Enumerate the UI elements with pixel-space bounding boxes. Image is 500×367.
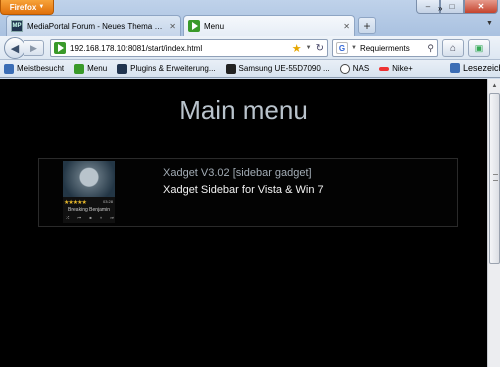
samsung-favicon-icon — [225, 63, 236, 74]
search-input[interactable]: Requierments — [360, 44, 424, 53]
album-art-image — [63, 161, 115, 197]
pause-icon: ⏸ — [100, 215, 103, 220]
previous-icon: ⏮ — [77, 215, 82, 220]
reload-icon[interactable]: ↻ — [316, 43, 324, 54]
address-bar[interactable]: 192.168.178.10:8081/start/index.html ★ ▼… — [50, 39, 328, 57]
tab-title: MediaPortal Forum - Neues Thema e... — [27, 21, 166, 31]
site-identity-icon — [54, 42, 66, 54]
shuffle-icon: ⤮ — [66, 215, 70, 220]
nas-favicon-icon — [339, 63, 350, 74]
forward-arrow-icon: ▶ — [30, 42, 37, 53]
title-bar: Firefox ▼ – □ ✕ MP MediaPortal Forum - N… — [0, 0, 500, 36]
bookmark-plugins[interactable]: Plugins & Erweiterung... — [117, 63, 216, 74]
bookmark-label: Samsung UE-55D7090 ... — [238, 64, 330, 73]
vertical-scrollbar[interactable]: ▲ — [487, 79, 500, 367]
bookmark-nas[interactable]: NAS — [339, 63, 370, 74]
rating-stars: ★★★★★ — [64, 200, 87, 206]
player-controls: ⤮ ⏮ ■ ⏸ ⏭ — [66, 215, 114, 220]
home-button[interactable]: ⌂ — [442, 39, 464, 57]
gadget-thumbnail: ★★★★★ 03:28 Breaking Benjamin ⤮ ⏮ ■ ⏸ ⏭ — [63, 161, 115, 223]
mediaportal-favicon-icon: MP — [11, 20, 23, 32]
bookmarks-icon — [450, 63, 460, 73]
bookmark-nike[interactable]: Nike+ — [379, 64, 413, 73]
tab-title: Menu — [204, 21, 225, 31]
bookmark-label: Menu — [87, 64, 108, 73]
more-bookmarks-icon[interactable]: » — [438, 4, 442, 13]
scroll-up-icon[interactable]: ▲ — [489, 79, 500, 92]
back-arrow-icon: ◀ — [10, 42, 20, 55]
stop-icon: ■ — [89, 215, 92, 220]
history-dropdown-icon[interactable]: ▼ — [306, 45, 312, 51]
mediaportal-favicon-icon — [117, 63, 128, 74]
gadget-description: Xadget Sidebar for Vista & Win 7 — [163, 184, 324, 196]
bookmark-label: NAS — [352, 64, 370, 73]
engine-dropdown-icon[interactable]: ▼ — [351, 45, 357, 51]
scrollbar-thumb[interactable] — [489, 93, 500, 264]
home-icon: ⌂ — [449, 42, 457, 54]
page-content: Main menu ★★★★★ 03:28 Breaking Benjamin … — [0, 79, 487, 367]
chevron-down-icon: ▼ — [38, 4, 45, 10]
firefox-menu-label: Firefox — [9, 2, 37, 12]
google-engine-icon[interactable]: G — [336, 42, 348, 54]
minimize-button[interactable]: – — [416, 0, 440, 14]
bookmark-star-icon[interactable]: ★ — [292, 42, 302, 55]
folder-icon — [4, 63, 14, 74]
maximize-button[interactable]: □ — [440, 0, 464, 14]
bookmarks-menu-label: Lesezeichen — [463, 63, 500, 73]
grip-icon — [493, 174, 498, 181]
tab-menu[interactable]: Menu ✕ — [183, 15, 355, 36]
next-icon: ⏭ — [110, 215, 114, 220]
url-input[interactable]: 192.168.178.10:8081/start/index.html — [70, 44, 288, 53]
bookmarks-toolbar: Meistbesucht Menu Plugins & Erweiterung.… — [0, 60, 500, 78]
close-window-button[interactable]: ✕ — [464, 0, 498, 14]
back-button[interactable]: ◀ — [4, 37, 26, 59]
play-favicon-icon — [188, 20, 200, 32]
list-all-tabs-icon[interactable]: ▼ — [486, 20, 493, 27]
bookmark-meistbesucht[interactable]: Meistbesucht — [4, 63, 65, 74]
nike-favicon-icon — [379, 66, 390, 71]
search-bar[interactable]: G ▼ Requierments ⚲ — [332, 39, 438, 57]
bookmark-label: Nike+ — [392, 64, 413, 73]
window-controls: – □ ✕ — [416, 0, 498, 14]
addon-icon: ▣ — [474, 42, 484, 53]
close-tab-icon[interactable]: ✕ — [343, 22, 350, 31]
addon-button[interactable]: ▣ — [468, 39, 490, 57]
search-icon[interactable]: ⚲ — [427, 43, 434, 54]
gadget-name-link[interactable]: Xadget V3.02 [sidebar gadget] — [163, 167, 312, 179]
bookmarks-menu-button[interactable]: Lesezeichen — [450, 63, 500, 73]
play-favicon-icon — [74, 63, 85, 74]
gadget-card[interactable]: ★★★★★ 03:28 Breaking Benjamin ⤮ ⏮ ■ ⏸ ⏭ … — [38, 158, 458, 227]
bookmark-label: Plugins & Erweiterung... — [130, 64, 216, 73]
navigation-toolbar: ◀ ▶ 192.168.178.10:8081/start/index.html… — [0, 36, 500, 60]
new-tab-button[interactable]: + — [358, 17, 376, 34]
firefox-menu-button[interactable]: Firefox ▼ — [0, 0, 54, 15]
bookmark-label: Meistbesucht — [17, 64, 65, 73]
thumb-time: 03:28 — [102, 199, 113, 204]
bookmark-menu[interactable]: Menu — [74, 63, 108, 74]
plus-icon: + — [363, 18, 371, 33]
forward-button[interactable]: ▶ — [24, 40, 44, 56]
tab-mediaportal-forum[interactable]: MP MediaPortal Forum - Neues Thema e... … — [6, 15, 181, 36]
page-title: Main menu — [179, 95, 308, 125]
close-tab-icon[interactable]: ✕ — [169, 22, 176, 31]
thumb-artist: Breaking Benjamin — [68, 207, 110, 213]
bookmark-samsung[interactable]: Samsung UE-55D7090 ... — [225, 63, 330, 74]
